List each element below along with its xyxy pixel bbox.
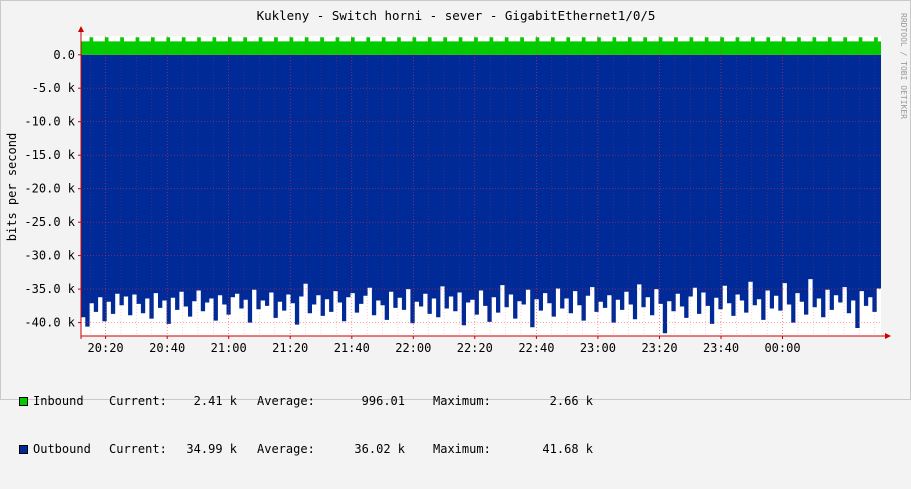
x-axis-arrow (885, 333, 891, 339)
x-tick-label: 23:00 (580, 341, 616, 355)
legend-row-outbound: Outbound Current: 34.99 k Average: 36.02… (19, 441, 593, 457)
y-tick-label: -30.0 k (24, 249, 75, 263)
x-tick-label: 22:40 (518, 341, 554, 355)
x-tick-label: 21:40 (334, 341, 370, 355)
y-tick-label: -25.0 k (24, 215, 75, 229)
outbound-swatch (19, 444, 28, 454)
legend-average-label: Average: (257, 442, 315, 456)
y-tick-label: -10.0 k (24, 115, 75, 129)
x-tick-label: 22:00 (395, 341, 431, 355)
legend-maximum-label: Maximum: (433, 394, 491, 408)
legend-row-inbound: Inbound Current: 2.41 k Average: 996.01 … (19, 393, 593, 409)
legend-current-value: 2.41 k (193, 394, 237, 408)
rrdtool-watermark: RRDTOOL / TOBI OETIKER (899, 13, 908, 119)
y-tick-label: -20.0 k (24, 182, 75, 196)
y-tick-label: -5.0 k (32, 81, 76, 95)
legend-maximum-value: 2.66 k (549, 394, 593, 408)
x-tick-label: 23:20 (641, 341, 677, 355)
legend-maximum-value: 41.68 k (542, 442, 593, 456)
x-tick-label: 22:20 (457, 341, 493, 355)
legend-average-value: 996.01 (361, 394, 405, 408)
y-tick-label: 0.0 (53, 48, 75, 62)
legend-maximum-label: Maximum: (433, 442, 491, 456)
y-axis-arrow (78, 26, 84, 32)
legend-series-name: Inbound (33, 394, 84, 408)
y-axis-label: bits per second (5, 133, 19, 241)
legend-current-value: 34.99 k (186, 442, 237, 456)
y-tick-label: -35.0 k (24, 282, 75, 296)
y-tick-label: -15.0 k (24, 148, 75, 162)
legend-current-label: Current: (109, 442, 167, 456)
x-tick-label: 20:40 (149, 341, 185, 355)
x-tick-label: 21:00 (211, 341, 247, 355)
x-tick-label: 20:20 (88, 341, 124, 355)
x-tick-label: 00:00 (764, 341, 800, 355)
legend: Inbound Current: 2.41 k Average: 996.01 … (19, 361, 593, 489)
graph-frame: Kukleny - Switch horni - sever - Gigabit… (0, 0, 911, 456)
x-tick-label: 23:40 (703, 341, 739, 355)
plot-area: 0.0 -5.0 k -10.0 k -15.0 k -20.0 k -25.0 k -30… (24, 26, 891, 355)
inbound-swatch (19, 396, 28, 406)
legend-average-value: 36.02 k (354, 442, 405, 456)
traffic-chart: Kukleny - Switch horni - sever - Gigabit… (5, 8, 908, 355)
legend-average-label: Average: (257, 394, 315, 408)
x-tick-label: 21:20 (272, 341, 308, 355)
legend-current-label: Current: (109, 394, 167, 408)
y-tick-label: -40.0 k (24, 316, 75, 330)
chart-title: Kukleny - Switch horni - sever - Gigabit… (257, 8, 656, 23)
legend-series-name: Outbound (33, 442, 91, 456)
